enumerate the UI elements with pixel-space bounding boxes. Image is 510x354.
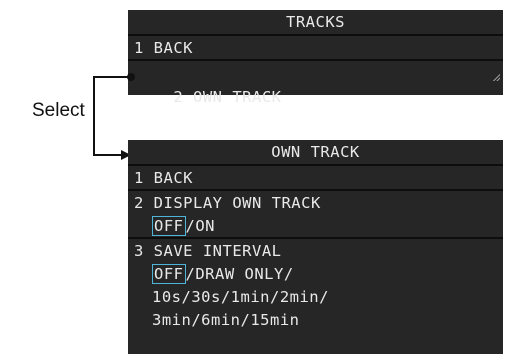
own-track-item-back[interactable]: 1 BACK [128, 166, 503, 191]
display-own-track-options: OFF/ON [128, 214, 503, 239]
own-track-menu-title: OWN TRACK [128, 140, 503, 166]
save-interval-options-line1: OFF/DRAW ONLY/ [128, 262, 503, 285]
own-track-item-display-own-track[interactable]: 2 DISPLAY OWN TRACK [128, 191, 503, 214]
display-option-rest[interactable]: /ON [186, 217, 216, 235]
own-track-item-save-interval[interactable]: 3 SAVE INTERVAL [128, 239, 503, 262]
save-interval-options-line3[interactable]: 3min/6min/15min [128, 308, 503, 331]
own-track-menu: OWN TRACK 1 BACK 2 DISPLAY OWN TRACK OFF… [128, 140, 503, 354]
interval-options-rest-line1[interactable]: /DRAW ONLY/ [186, 265, 294, 283]
interval-option-off-selected[interactable]: OFF [152, 264, 186, 284]
save-interval-options-line2[interactable]: 10s/30s/1min/2min/ [128, 285, 503, 308]
display-option-off-selected[interactable]: OFF [152, 216, 186, 236]
